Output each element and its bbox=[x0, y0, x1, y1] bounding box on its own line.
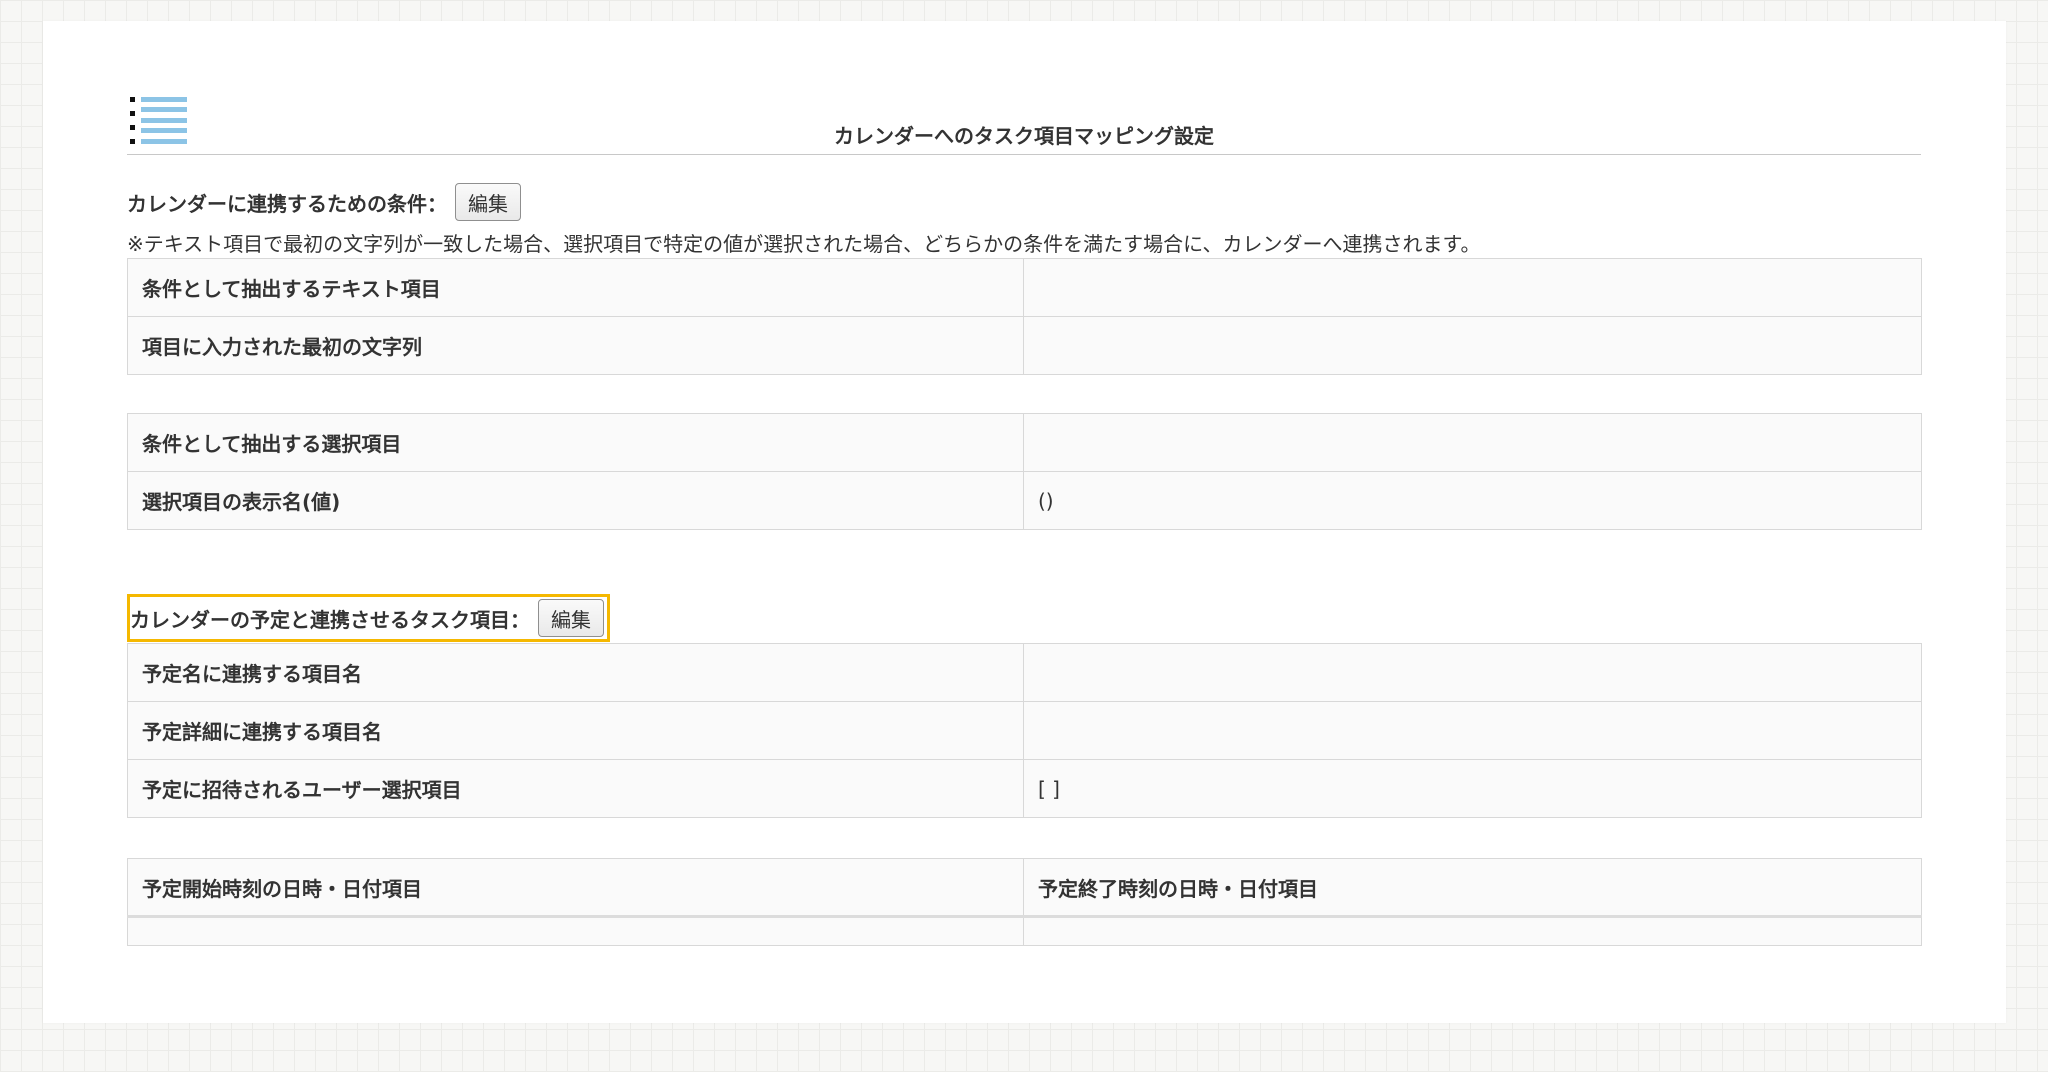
select-display-name-value: () bbox=[1023, 471, 1922, 530]
text-condition-table: 条件として抽出するテキスト項目 項目に入力された最初の文字列 bbox=[127, 258, 1922, 375]
event-name-field-value bbox=[1023, 643, 1922, 702]
select-display-name-label: 選択項目の表示名(値) bbox=[127, 471, 1024, 530]
invitee-user-field-value: [ ] bbox=[1023, 759, 1922, 818]
conditions-note: ※テキスト項目で最初の文字列が一致した場合、選択項目で特定の値が選択された場合、… bbox=[127, 232, 1481, 256]
mapping-heading: カレンダーの予定と連携させるタスク項目： 編集 bbox=[127, 594, 610, 642]
table-row: 予定に招待されるユーザー選択項目 [ ] bbox=[127, 759, 1922, 818]
start-datetime-header: 予定開始時刻の日時・日付項目 bbox=[127, 858, 1024, 917]
table-row: 選択項目の表示名(値) () bbox=[127, 471, 1922, 530]
table-row: 条件として抽出する選択項目 bbox=[127, 413, 1922, 472]
table-row: 予定詳細に連携する項目名 bbox=[127, 701, 1922, 760]
first-string-label: 項目に入力された最初の文字列 bbox=[127, 316, 1024, 375]
conditions-edit-button[interactable]: 編集 bbox=[455, 183, 521, 221]
page-title: カレンダーへのタスク項目マッピング設定 bbox=[127, 118, 1921, 155]
invitee-user-field-label: 予定に招待されるユーザー選択項目 bbox=[127, 759, 1024, 818]
table-row bbox=[127, 915, 1922, 946]
select-condition-table: 条件として抽出する選択項目 選択項目の表示名(値) () bbox=[127, 413, 1922, 530]
table-row: 項目に入力された最初の文字列 bbox=[127, 316, 1922, 375]
first-string-value bbox=[1023, 316, 1922, 375]
event-detail-field-label: 予定詳細に連携する項目名 bbox=[127, 701, 1024, 760]
end-datetime-header: 予定終了時刻の日時・日付項目 bbox=[1023, 858, 1922, 917]
table-row: 条件として抽出するテキスト項目 bbox=[127, 258, 1922, 317]
start-datetime-value bbox=[127, 915, 1024, 946]
end-datetime-value bbox=[1023, 915, 1922, 946]
mapping-items-table: 予定名に連携する項目名 予定詳細に連携する項目名 予定に招待されるユーザー選択項… bbox=[127, 643, 1922, 818]
mapping-edit-button[interactable]: 編集 bbox=[538, 599, 604, 637]
table-row: 予定名に連携する項目名 bbox=[127, 643, 1922, 702]
conditions-heading: カレンダーに連携するための条件： 編集 bbox=[127, 182, 521, 222]
event-name-field-label: 予定名に連携する項目名 bbox=[127, 643, 1024, 702]
select-condition-field-value bbox=[1023, 413, 1922, 472]
text-condition-field-label: 条件として抽出するテキスト項目 bbox=[127, 258, 1024, 317]
event-detail-field-value bbox=[1023, 701, 1922, 760]
select-condition-field-label: 条件として抽出する選択項目 bbox=[127, 413, 1024, 472]
datetime-table: 予定開始時刻の日時・日付項目 予定終了時刻の日時・日付項目 bbox=[127, 858, 1922, 946]
table-row: 予定開始時刻の日時・日付項目 予定終了時刻の日時・日付項目 bbox=[127, 858, 1922, 917]
mapping-heading-label: カレンダーの予定と連携させるタスク項目： bbox=[130, 607, 530, 632]
text-condition-field-value bbox=[1023, 258, 1922, 317]
conditions-heading-label: カレンダーに連携するための条件： bbox=[127, 191, 447, 216]
